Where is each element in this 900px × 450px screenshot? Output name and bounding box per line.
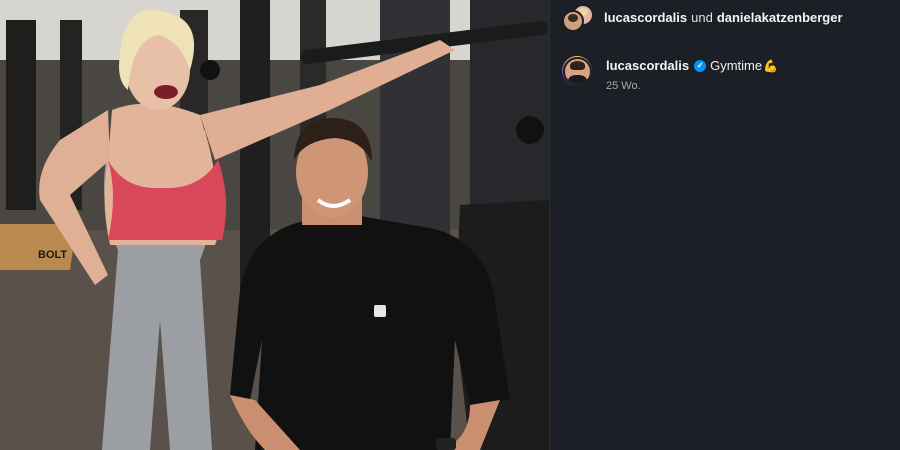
avatar-lucascordalis[interactable] bbox=[562, 10, 584, 32]
caption-line: lucascordalis ✓ Gymtime 💪 bbox=[606, 58, 778, 74]
caption-avatar[interactable] bbox=[562, 56, 592, 86]
collab-avatars[interactable] bbox=[562, 4, 596, 32]
post-header: lucascordalis und danielakatzenberger bbox=[562, 4, 843, 32]
floor-sign: BOLT bbox=[38, 249, 67, 261]
conjunction-text: und bbox=[691, 9, 713, 25]
post-timestamp[interactable]: 25 Wo. bbox=[606, 80, 778, 92]
gym-photo-illustration: BOLT bbox=[0, 0, 549, 450]
caption-block: lucascordalis ✓ Gymtime 💪 25 Wo. bbox=[562, 56, 778, 92]
caption-text: Gymtime bbox=[710, 58, 763, 73]
verified-badge-icon: ✓ bbox=[694, 60, 707, 72]
post-side-panel: lucascordalis und danielakatzenberger luca… bbox=[549, 0, 900, 450]
collab-names: lucascordalis und danielakatzenberger bbox=[604, 10, 843, 25]
caption-username[interactable]: lucascordalis bbox=[606, 58, 689, 74]
avatar-image bbox=[562, 56, 592, 86]
caption-body: lucascordalis ✓ Gymtime 💪 25 Wo. bbox=[606, 56, 778, 92]
username-link-danielakatzenberger[interactable]: danielakatzenberger bbox=[717, 10, 843, 25]
post-photo[interactable]: BOLT bbox=[0, 0, 549, 450]
instagram-post-view: BOLT lucascordalis und danielakatzenberg… bbox=[0, 0, 900, 450]
flexed-biceps-emoji: 💪 bbox=[763, 59, 779, 73]
username-link-lucascordalis[interactable]: lucascordalis bbox=[604, 10, 687, 25]
